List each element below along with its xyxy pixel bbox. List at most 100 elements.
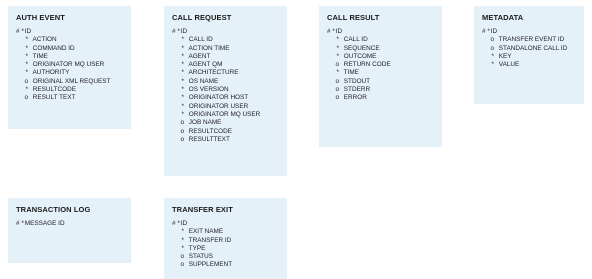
attribute-originator-user: * ORIGINATOR USER: [172, 103, 281, 111]
attribute-name: ID: [24, 28, 32, 35]
attribute-marker: *: [181, 86, 185, 94]
attribute-name: ORIGINATOR USER: [188, 102, 249, 110]
attribute-marker: o: [490, 36, 494, 44]
attribute-marker: o: [180, 253, 184, 261]
attribute-marker: o: [335, 77, 339, 85]
attribute-exit-name: * EXIT NAME: [172, 228, 281, 236]
attribute-key: * KEY: [482, 53, 578, 61]
attribute-result-text: o RESULT TEXT: [16, 94, 125, 102]
attribute-list: # * ID * CALL ID * SEQUENCE * OUTCOME o RETU…: [327, 28, 436, 103]
attribute-id: # * ID: [327, 28, 436, 36]
attribute-name: AUTHORITY: [32, 69, 70, 77]
attribute-marker: *: [181, 77, 185, 85]
attribute-marker: *: [25, 61, 29, 69]
attribute-name: ID: [180, 220, 188, 227]
attribute-action: * ACTION: [16, 36, 125, 44]
attribute-name: OS NAME: [188, 77, 219, 85]
attribute-name: CALL ID: [188, 36, 213, 44]
attribute-name: STANDALONE CALL ID: [498, 44, 568, 52]
entity-transfer-exit: TRANSFER EXIT # * ID * EXIT NAME * TRANSFER…: [164, 198, 287, 279]
attribute-originator-mq-user: * ORIGINATOR MQ USER: [172, 111, 281, 119]
attribute-id: # * ID: [482, 28, 578, 36]
attribute-marker: *: [336, 36, 340, 44]
attribute-name: ID: [490, 28, 498, 35]
attribute-marker: *: [181, 244, 185, 252]
attribute-marker: *: [336, 44, 340, 52]
entity-call-request: CALL REQUEST # * ID * CALL ID * ACTION TIME…: [164, 6, 287, 176]
entity-title: TRANSACTION LOG: [16, 205, 91, 214]
attribute-name: TRANSFER EVENT ID: [498, 36, 565, 44]
attribute-name: TIME: [343, 69, 359, 77]
attribute-stderr: o STDERR: [327, 86, 436, 94]
attribute-marker: *: [25, 44, 29, 52]
attribute-originator-mq-user: * ORIGINATOR MQ USER: [16, 61, 125, 69]
attribute-marker: *: [181, 228, 185, 236]
attribute-call-id: * CALL ID: [172, 36, 281, 44]
attribute-agent-qm: * AGENT QM: [172, 61, 281, 69]
attribute-name: RESULTCODE: [32, 86, 76, 94]
attribute-name: KEY: [498, 52, 512, 60]
attribute-architecture: * ARCHITECTURE: [172, 69, 281, 77]
attribute-marker: *: [181, 94, 185, 102]
attribute-call-id: * CALL ID: [327, 36, 436, 44]
attribute-time: * TIME: [16, 53, 125, 61]
attribute-original-xml-request: o ORIGINAL XML REQUEST: [16, 78, 125, 86]
attribute-type: * TYPE: [172, 245, 281, 253]
entity-title: TRANSFER EXIT: [172, 205, 233, 214]
attribute-marker: *: [181, 236, 185, 244]
attribute-marker: o: [180, 261, 184, 269]
attribute-originator-host: * ORIGINATOR HOST: [172, 94, 281, 102]
attribute-command-id: * COMMAND ID: [16, 45, 125, 53]
attribute-list: # * ID * CALL ID * ACTION TIME * AGENT * AGE…: [172, 28, 281, 144]
attribute-authority: * AUTHORITY: [16, 69, 125, 77]
entity-title: AUTH EVENT: [16, 13, 65, 22]
attribute-list: # * ID o TRANSFER EVENT ID o STANDALONE CA…: [482, 28, 578, 69]
attribute-agent: * AGENT: [172, 53, 281, 61]
attribute-id: # * ID: [172, 28, 281, 36]
attribute-name: RESULTCODE: [188, 127, 232, 135]
attribute-name: ID: [180, 28, 188, 35]
attribute-marker: *: [181, 110, 185, 118]
attribute-name: AGENT: [188, 52, 211, 60]
attribute-marker: # *: [327, 28, 335, 35]
attribute-marker: *: [25, 36, 29, 44]
attribute-name: RESULTTEXT: [188, 135, 230, 143]
attribute-marker: *: [181, 61, 185, 69]
attribute-marker: *: [181, 52, 185, 60]
attribute-marker: o: [335, 86, 339, 94]
attribute-stdout: o STDOUT: [327, 78, 436, 86]
attribute-name: ID: [335, 28, 343, 35]
attribute-name: CALL ID: [343, 36, 368, 44]
attribute-name: COMMAND ID: [32, 44, 75, 52]
attribute-supplement: o SUPPLEMENT: [172, 261, 281, 269]
attribute-id: # * ID: [16, 28, 125, 36]
attribute-marker: # *: [172, 220, 180, 227]
attribute-standalone-call-id: o STANDALONE CALL ID: [482, 45, 578, 53]
attribute-name: TIME: [32, 52, 48, 60]
attribute-name: ERROR: [343, 94, 367, 102]
attribute-marker: *: [491, 52, 495, 60]
attribute-message-id: # * MESSAGE ID: [16, 220, 125, 228]
attribute-marker: o: [180, 127, 184, 135]
attribute-list: # * ID * ACTION * COMMAND ID * TIME * ORIGIN…: [16, 28, 125, 103]
attribute-marker: *: [25, 86, 29, 94]
attribute-name: OS VERSION: [188, 86, 229, 94]
attribute-marker: o: [335, 61, 339, 69]
attribute-name: MESSAGE ID: [24, 220, 65, 227]
attribute-marker: *: [181, 44, 185, 52]
attribute-name: STDERR: [343, 86, 371, 94]
attribute-os-name: * OS NAME: [172, 78, 281, 86]
attribute-name: RETURN CODE: [343, 61, 391, 69]
entity-transaction-log: TRANSACTION LOG # * MESSAGE ID: [8, 198, 131, 263]
attribute-marker: # *: [172, 28, 180, 35]
attribute-id: # * ID: [172, 220, 281, 228]
attribute-marker: o: [490, 44, 494, 52]
attribute-name: RESULT TEXT: [32, 94, 76, 102]
attribute-marker: *: [181, 102, 185, 110]
attribute-os-version: * OS VERSION: [172, 86, 281, 94]
attribute-name: ORIGINAL XML REQUEST: [32, 77, 111, 85]
attribute-return-code: o RETURN CODE: [327, 61, 436, 69]
attribute-marker: *: [25, 69, 29, 77]
attribute-marker: o: [24, 94, 28, 102]
attribute-value: * VALUE: [482, 61, 578, 69]
